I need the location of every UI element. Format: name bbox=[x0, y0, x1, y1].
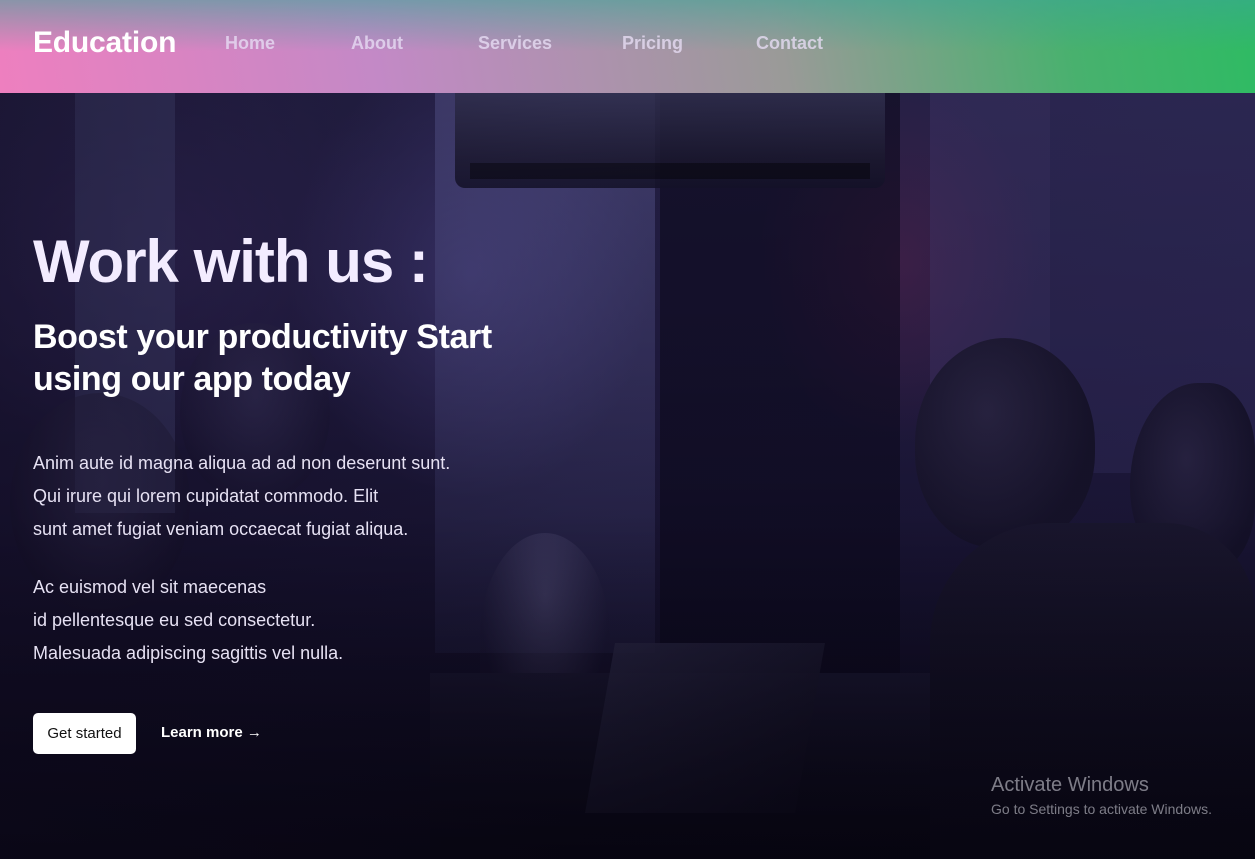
hero-title: Work with us : bbox=[33, 228, 429, 295]
windows-activation-watermark: Activate Windows Go to Settings to activ… bbox=[991, 774, 1212, 817]
top-navigation-bar: Education Home About Services Pricing Co… bbox=[0, 0, 1255, 93]
hero-subtitle: Boost your productivity Start using our … bbox=[33, 318, 492, 398]
get-started-button[interactable]: Get started bbox=[33, 713, 136, 754]
brand-logo[interactable]: Education bbox=[33, 26, 176, 60]
hero-paragraph-1: Anim aute id magna aliqua ad ad non dese… bbox=[33, 447, 450, 546]
nav-link-services[interactable]: Services bbox=[478, 33, 552, 54]
hero-paragraph-2: Ac euismod vel sit maecenas id pellentes… bbox=[33, 571, 343, 670]
paragraph-line: Ac euismod vel sit maecenas bbox=[33, 577, 267, 597]
paragraph-line: Anim aute id magna aliqua ad ad non dese… bbox=[33, 453, 451, 473]
learn-more-link[interactable]: Learn more → bbox=[161, 724, 262, 741]
watermark-title: Activate Windows bbox=[991, 774, 1149, 796]
paragraph-line: id pellentesque eu sed consectetur. bbox=[33, 610, 316, 630]
nav-link-contact[interactable]: Contact bbox=[756, 33, 823, 54]
watermark-subtitle: Go to Settings to activate Windows. bbox=[991, 801, 1212, 817]
paragraph-line: sunt amet fugiat veniam occaecat fugiat … bbox=[33, 519, 409, 539]
paragraph-line: Malesuada adipiscing sagittis vel nulla. bbox=[33, 643, 344, 663]
nav-link-home[interactable]: Home bbox=[225, 33, 275, 54]
nav-link-about[interactable]: About bbox=[351, 33, 403, 54]
paragraph-line: Qui irure qui lorem cupidatat commodo. E… bbox=[33, 486, 379, 506]
nav-link-pricing[interactable]: Pricing bbox=[622, 33, 683, 54]
